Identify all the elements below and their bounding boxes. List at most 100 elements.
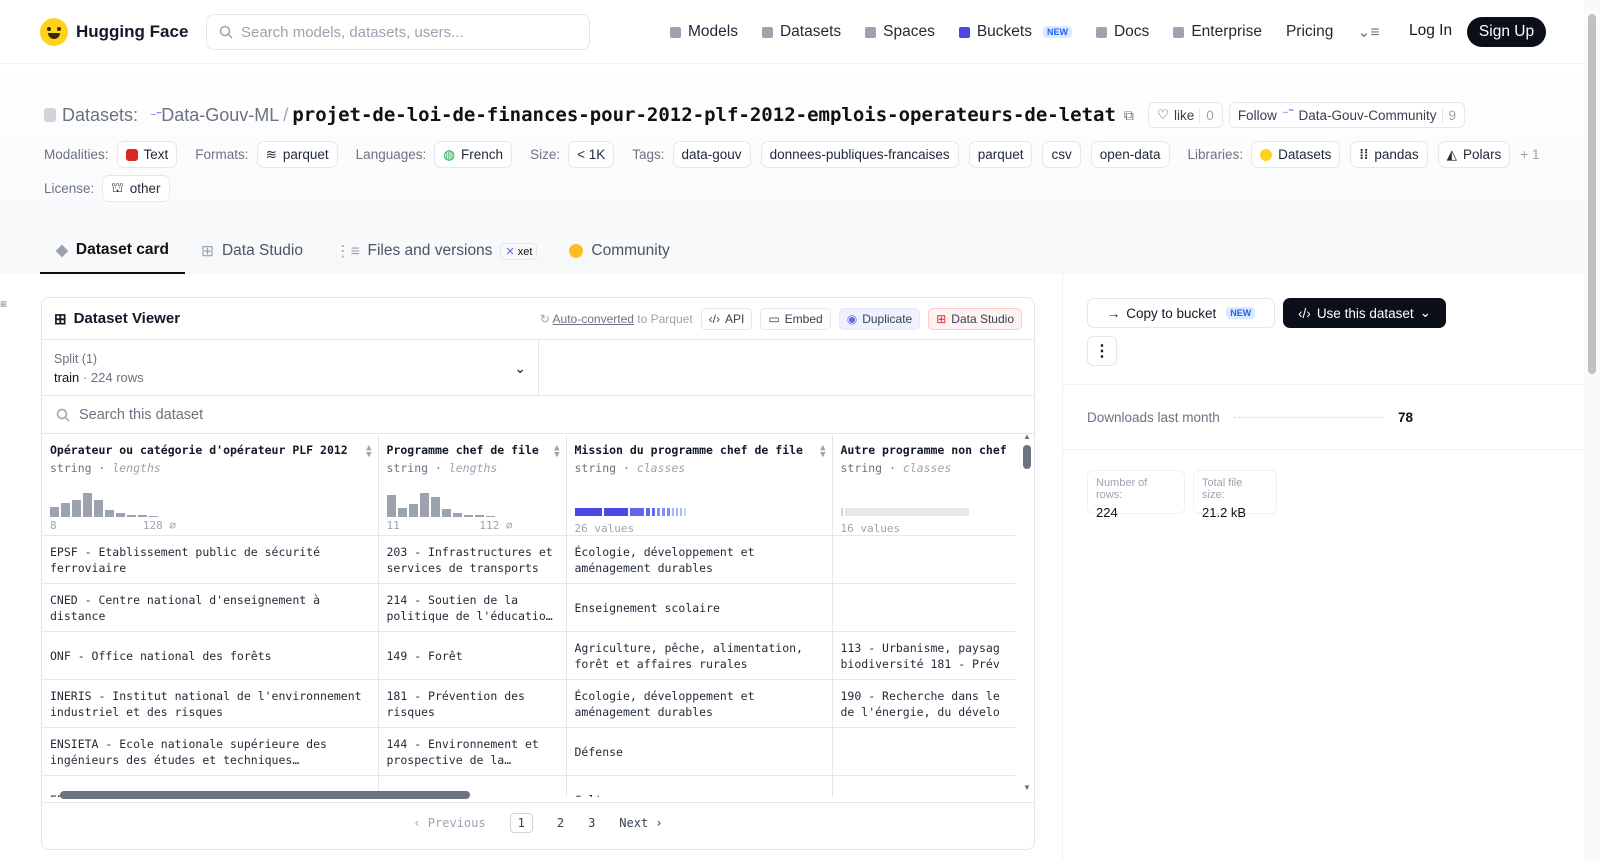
column-header[interactable]: Mission du programme chef de file string … [566, 435, 833, 536]
scrollbar-thumb[interactable] [1588, 14, 1596, 374]
tag-parquet[interactable]: parquet [968, 141, 1033, 168]
search-icon [219, 25, 233, 39]
follow-button[interactable]: Follow ⁻˜ Data-Gouv-Community 9 [1228, 102, 1466, 128]
data-studio-button[interactable]: ⊞ Data Studio [928, 307, 1022, 330]
table-cell[interactable] [832, 583, 1015, 632]
table-row[interactable]: EPSF - Etablissement public de sécurité … [42, 535, 1015, 584]
table-row[interactable]: ENSIETA - Ecole nationale supérieure des… [42, 727, 1015, 776]
copy-icon[interactable]: ⧉ [1124, 107, 1134, 124]
table-cell[interactable]: 113 - Urbanisme, paysag biodiversité 181… [832, 631, 1015, 680]
sort-icon[interactable]: ▲ ▼ [820, 444, 825, 460]
tab-community[interactable]: Community [553, 228, 685, 274]
dataset-name[interactable]: projet-de-loi-de-finances-pour-2012-plf-… [292, 104, 1116, 126]
page-1-button[interactable]: 1 [509, 812, 533, 833]
table-cell[interactable] [832, 727, 1015, 776]
table-cell[interactable]: INERIS - Institut national de l'environn… [42, 679, 379, 728]
table-cell[interactable]: 203 - Infrastructures et services de tra… [378, 535, 567, 584]
duplicate-button[interactable]: ◉ Duplicate [838, 307, 921, 330]
table-row[interactable]: CNED - Centre national d'enseignement à … [42, 583, 1015, 632]
login-link[interactable]: Log In [1409, 22, 1452, 40]
table-cell[interactable]: 190 - Recherche dans le de l'énergie, du… [832, 679, 1015, 728]
global-search-input[interactable]: Search models, datasets, users... [206, 14, 590, 50]
scrollbar-thumb[interactable] [1023, 445, 1031, 469]
nav-spaces[interactable]: Spaces [865, 23, 935, 41]
tab-files-and-versions[interactable]: ⋮≡ Files and versions ✕ xet [319, 228, 553, 274]
table-cell[interactable]: Écologie, développement et aménagement d… [566, 535, 833, 584]
sidebar-toggle-icon[interactable]: ≡ [0, 297, 7, 311]
auto-converted-link[interactable]: Auto-converted [553, 312, 634, 326]
tab-data-studio[interactable]: ⊞ Data Studio [185, 228, 319, 274]
copy-to-bucket-button[interactable]: → Copy to bucket NEW [1087, 298, 1275, 328]
column-header[interactable]: Autre programme non chef string · classes… [832, 435, 1015, 536]
column-header[interactable]: Opérateur ou catégorie d'opérateur PLF 2… [42, 435, 379, 536]
nav-models[interactable]: Models [670, 23, 738, 41]
org-link[interactable]: ⁻˜Data-Gouv-ML [150, 105, 279, 126]
format-tag[interactable]: ≋ parquet [256, 141, 338, 168]
modality-tag[interactable]: Text [116, 141, 178, 168]
table-row[interactable]: ONF - Office national des forêts 149 - Fo… [42, 631, 1015, 680]
sort-icon[interactable]: ▲ ▼ [366, 444, 371, 460]
use-dataset-button[interactable]: ‹/› Use this dataset ⌄ [1283, 298, 1446, 328]
nav-buckets[interactable]: Buckets NEW [958, 23, 1072, 41]
nav-docs[interactable]: Docs [1095, 23, 1149, 41]
dataset-title-row: Datasets: ⁻˜Data-Gouv-ML / projet-de-loi… [44, 102, 1466, 128]
nav-datasets[interactable]: Datasets [761, 23, 841, 41]
tag-open-data[interactable]: open-data [1090, 141, 1170, 168]
split-selector[interactable]: Split (1) train · 224 rows ⌄ [42, 340, 1034, 396]
table-cell[interactable]: 181 - Prévention des risques [378, 679, 567, 728]
length-histogram [386, 489, 558, 517]
license-tag[interactable]: ⛫ other [102, 175, 170, 202]
table-cell[interactable] [832, 535, 1015, 584]
table-cell[interactable]: Écologie, développement et aménagement d… [566, 679, 833, 728]
table-cell[interactable]: ENSIETA - Ecole nationale supérieure des… [42, 727, 379, 776]
table-cell[interactable]: Enseignement scolaire [566, 583, 833, 632]
table-cell[interactable]: EPSF - Etablissement public de sécurité … [42, 535, 379, 584]
column-header[interactable]: Programme chef de file string · lengths 1… [378, 435, 567, 536]
table-cell[interactable]: 149 - Forêt [378, 631, 567, 680]
previous-page-button[interactable]: ‹ Previous [413, 816, 485, 830]
section-label[interactable]: Datasets: [62, 105, 138, 126]
brand-logo[interactable]: Hugging Face [40, 17, 189, 46]
tag-donnees-publiques[interactable]: donnees-publiques-francaises [760, 141, 959, 168]
brand-name: Hugging Face [76, 21, 189, 41]
signup-button[interactable]: Sign Up [1467, 17, 1546, 47]
scrollbar-thumb[interactable] [60, 791, 470, 799]
more-menu-icon[interactable]: ⌄≡ [1357, 23, 1379, 42]
library-polars[interactable]: ◭ Polars [1437, 141, 1511, 168]
language-tag[interactable]: ◍ French [434, 141, 513, 168]
dataset-search-input[interactable]: Search this dataset [42, 396, 1034, 434]
table-cell[interactable]: ONF - Office national des forêts [42, 631, 379, 680]
libraries-more[interactable]: + 1 [1520, 147, 1539, 162]
page-2-button[interactable]: 2 [557, 816, 564, 830]
tag-csv[interactable]: csv [1042, 141, 1081, 168]
sort-icon[interactable]: ▲ ▼ [554, 444, 559, 460]
page-3-button[interactable]: 3 [588, 816, 595, 830]
more-options-button[interactable]: ⋮ [1087, 336, 1117, 366]
table-cell[interactable]: Défense [566, 727, 833, 776]
size-tag[interactable]: < 1K [568, 141, 615, 168]
table-cell[interactable]: Agriculture, pêche, alimentation, forêt … [566, 631, 833, 680]
table-cell[interactable]: 144 - Environnement et prospective de la… [378, 727, 567, 776]
table-cell[interactable]: 214 - Soutien de la politique de l'éduca… [378, 583, 567, 632]
next-page-button[interactable]: Next › [619, 816, 662, 830]
tag-data-gouv[interactable]: data-gouv [672, 141, 751, 168]
like-button[interactable]: ♡ like 0 [1147, 102, 1223, 128]
api-button[interactable]: ‹/› API [700, 307, 753, 330]
duplicate-icon: ◉ [846, 311, 858, 326]
library-pandas[interactable]: ⁞⁞ pandas [1350, 141, 1428, 168]
library-datasets[interactable]: Datasets [1251, 141, 1341, 168]
nav-pricing[interactable]: Pricing [1286, 23, 1333, 41]
button-label: Use this dataset [1316, 305, 1414, 321]
embed-button[interactable]: ▭ Embed [760, 307, 831, 330]
horizontal-scrollbar[interactable] [60, 791, 992, 801]
tab-dataset-card[interactable]: ◆ Dataset card [40, 228, 185, 274]
page-scrollbar[interactable] [1584, 0, 1600, 861]
size-label: Size: [530, 147, 561, 162]
hugging-face-icon [40, 17, 68, 46]
new-badge: NEW [1042, 26, 1072, 38]
vertical-scrollbar[interactable]: ▲ ▼ [1023, 432, 1031, 792]
nav-enterprise[interactable]: Enterprise [1173, 23, 1262, 41]
range-max-value: 112 [479, 519, 500, 532]
table-cell[interactable]: CNED - Centre national d'enseignement à … [42, 583, 379, 632]
table-row[interactable]: INERIS - Institut national de l'environn… [42, 679, 1015, 728]
